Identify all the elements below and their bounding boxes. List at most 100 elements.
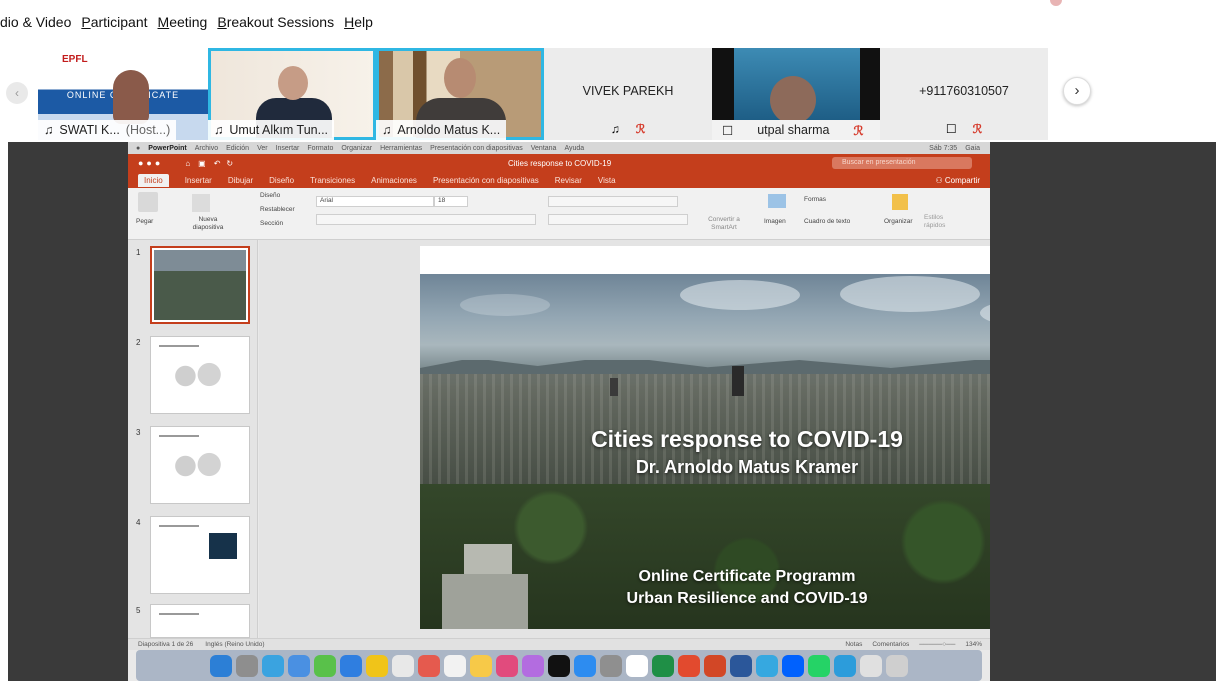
- dock-app-icon[interactable]: [496, 654, 518, 677]
- current-slide[interactable]: Cities response to COVID-19 Dr. Arnoldo …: [420, 246, 990, 629]
- participant-tile-phone[interactable]: +911760310507 ☐ ℛ: [880, 48, 1048, 140]
- ppt-search-field[interactable]: Buscar en presentación: [832, 157, 972, 169]
- tab-inicio[interactable]: Inicio: [138, 173, 169, 187]
- participant-tile-swati[interactable]: EPFL ONLINE CERTIFICATE ♫ SWATI K... (Ho…: [38, 48, 208, 140]
- arrange-icon[interactable]: [892, 194, 908, 210]
- new-slide-button[interactable]: Nueva diapositiva: [188, 216, 228, 232]
- window-controls-icon[interactable]: ●●●: [138, 158, 163, 168]
- dock-app-icon[interactable]: [782, 654, 804, 677]
- quick-styles-button[interactable]: Estilos rápidos: [924, 214, 964, 230]
- arrange-button[interactable]: Organizar: [884, 218, 913, 225]
- mac-menu-item[interactable]: Formato: [307, 145, 333, 152]
- slide-thumbnail-5[interactable]: [150, 604, 250, 638]
- zoom-level[interactable]: 134%: [965, 641, 982, 648]
- language-indicator[interactable]: Inglés (Reino Unido): [205, 641, 264, 648]
- mac-menu-item[interactable]: Insertar: [276, 145, 300, 152]
- participant-tile-utpal[interactable]: ☐ utpal sharma ℛ: [712, 48, 880, 140]
- convert-smartart-button[interactable]: Convertir a SmartArt: [704, 216, 744, 232]
- tab-insertar[interactable]: Insertar: [185, 176, 212, 185]
- redo-icon[interactable]: ↻: [226, 159, 233, 168]
- dock-app-icon[interactable]: [756, 654, 778, 677]
- image-button[interactable]: Imagen: [764, 218, 786, 225]
- shapes-button[interactable]: Formas: [804, 196, 826, 203]
- mac-menu-item[interactable]: Edición: [226, 145, 249, 152]
- reset-button[interactable]: Restablecer: [260, 206, 295, 213]
- dock-app-icon[interactable]: [340, 654, 362, 677]
- gallery-next-button[interactable]: ›: [1063, 77, 1091, 105]
- paragraph-buttons[interactable]: [548, 196, 678, 207]
- dock-app-icon[interactable]: [574, 654, 596, 677]
- slide-thumbnail-3[interactable]: [150, 426, 250, 504]
- dock-app-icon[interactable]: [886, 654, 908, 677]
- zoom-slider[interactable]: ─────○──: [919, 641, 955, 648]
- dock-app-icon[interactable]: [860, 654, 882, 677]
- menu-breakout-sessions[interactable]: Breakout Sessions: [217, 14, 334, 34]
- menu-meeting[interactable]: Meeting: [158, 14, 208, 34]
- save-icon[interactable]: ▣: [198, 159, 206, 168]
- slide-thumbnail-1[interactable]: [150, 246, 250, 324]
- tab-presentacion[interactable]: Presentación con diapositivas: [433, 176, 539, 185]
- dock-app-icon[interactable]: [522, 654, 544, 677]
- undo-icon[interactable]: ↶: [214, 159, 221, 168]
- dock-app-icon[interactable]: [366, 654, 388, 677]
- slide-thumbnail-2[interactable]: [150, 336, 250, 414]
- dock-app-icon[interactable]: [730, 654, 752, 677]
- font-size-select[interactable]: 18: [434, 196, 468, 207]
- dock-app-icon[interactable]: [626, 654, 648, 677]
- dock-app-icon[interactable]: [678, 654, 700, 677]
- dock-app-icon[interactable]: [236, 654, 258, 677]
- dock-app-icon[interactable]: [808, 654, 830, 677]
- tab-transiciones[interactable]: Transiciones: [310, 176, 355, 185]
- tab-vista[interactable]: Vista: [598, 176, 616, 185]
- participant-tile-arnoldo[interactable]: ♫ Arnoldo Matus K...: [376, 48, 544, 140]
- participant-tile-umut[interactable]: ♫ Umut Alkım Tun...: [208, 48, 376, 140]
- section-button[interactable]: Sección: [260, 220, 283, 227]
- paste-button[interactable]: Pegar: [136, 218, 153, 225]
- dock-app-icon[interactable]: [704, 654, 726, 677]
- menu-participant[interactable]: Participant: [81, 14, 147, 34]
- tab-animaciones[interactable]: Animaciones: [371, 176, 417, 185]
- notes-button[interactable]: Notas: [845, 641, 862, 648]
- dock-app-icon[interactable]: [652, 654, 674, 677]
- new-slide-icon[interactable]: [192, 194, 210, 212]
- dock-app-icon[interactable]: [418, 654, 440, 677]
- tab-dibujar[interactable]: Dibujar: [228, 176, 253, 185]
- mac-menu-item[interactable]: Herramientas: [380, 145, 422, 152]
- textbox-button[interactable]: Cuadro de texto: [804, 218, 850, 225]
- dock-app-icon[interactable]: [262, 654, 284, 677]
- mac-menu-item[interactable]: Organizar: [341, 145, 372, 152]
- dock-app-icon[interactable]: [470, 654, 492, 677]
- mac-menu-item[interactable]: Presentación con diapositivas: [430, 145, 523, 152]
- dock-app-icon[interactable]: [444, 654, 466, 677]
- gallery-prev-button[interactable]: ‹: [6, 82, 28, 104]
- format-buttons[interactable]: [316, 214, 536, 225]
- mac-menu-item[interactable]: Archivo: [195, 145, 218, 152]
- menu-audio-video[interactable]: dio & Video: [0, 14, 71, 34]
- dock-app-icon[interactable]: [288, 654, 310, 677]
- font-family-select[interactable]: Arial: [316, 196, 434, 207]
- dock-app-icon[interactable]: [210, 654, 232, 677]
- mac-menu-item[interactable]: Ayuda: [564, 145, 584, 152]
- dock-app-icon[interactable]: [314, 654, 336, 677]
- dock-app-icon[interactable]: [548, 654, 570, 677]
- mac-menu-item[interactable]: Ventana: [531, 145, 557, 152]
- dock-app-icon[interactable]: [834, 654, 856, 677]
- image-icon[interactable]: [768, 194, 786, 208]
- comments-button[interactable]: Comentarios: [872, 641, 909, 648]
- paste-icon[interactable]: [138, 192, 158, 212]
- participant-tile-vivek[interactable]: VIVEK PAREKH ♫ ℛ: [544, 48, 712, 140]
- dock-app-icon[interactable]: [392, 654, 414, 677]
- tab-revisar[interactable]: Revisar: [555, 176, 582, 185]
- home-icon[interactable]: ⌂: [185, 159, 190, 168]
- share-button[interactable]: ⚇ Compartir: [935, 176, 990, 185]
- slide-thumbnail-4[interactable]: [150, 516, 250, 594]
- mac-menu-app[interactable]: PowerPoint: [148, 145, 187, 152]
- apple-icon[interactable]: ●: [136, 145, 140, 152]
- tab-diseno[interactable]: Diseño: [269, 176, 294, 185]
- alignment-buttons[interactable]: [548, 214, 688, 225]
- dock-app-icon[interactable]: [600, 654, 622, 677]
- mac-user[interactable]: Gaia: [965, 145, 980, 152]
- mac-menu-item[interactable]: Ver: [257, 145, 268, 152]
- layout-button[interactable]: Diseño: [260, 192, 280, 199]
- menu-help[interactable]: Help: [344, 14, 373, 34]
